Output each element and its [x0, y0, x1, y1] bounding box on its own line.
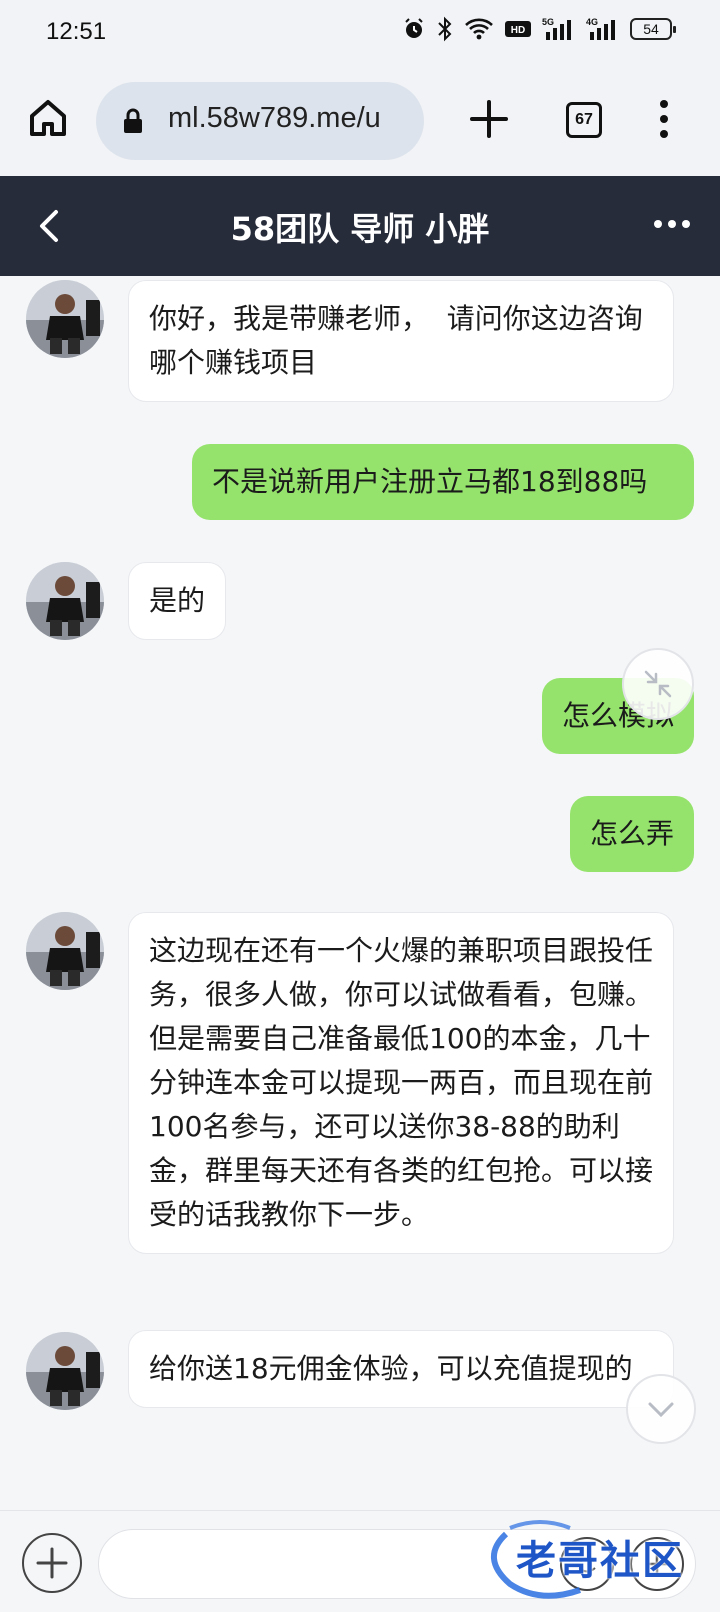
- chat-title: 58团队 导师 小胖: [230, 210, 490, 248]
- add-attachment-button[interactable]: [22, 1533, 82, 1593]
- status-icons: HD 5G 4G 54: [402, 16, 676, 42]
- tab-switcher-button[interactable]: 67: [566, 102, 602, 138]
- emoji-button[interactable]: [560, 1537, 614, 1591]
- status-bar: 12:51 HD 5G 4G 54: [0, 0, 720, 64]
- url-text: ml.58w789.me/u: [168, 102, 381, 134]
- message-bubble: 这边现在还有一个火爆的兼职项目跟投任务，很多人做，你可以试做看看，包赚。 但是需…: [128, 912, 674, 1254]
- message-bubble: 不是说新用户注册立马都18到88吗: [192, 444, 694, 520]
- home-icon[interactable]: [24, 94, 72, 142]
- message-bubble: 给你送18元佣金体验，可以充值提现的: [128, 1330, 674, 1408]
- plus-icon: [36, 1547, 68, 1579]
- svg-text:5G: 5G: [542, 17, 554, 27]
- input-bar: [0, 1510, 720, 1612]
- wifi-icon: [465, 18, 493, 40]
- avatar[interactable]: [26, 280, 104, 358]
- chevron-down-icon: [648, 1402, 674, 1418]
- new-tab-icon[interactable]: [468, 98, 510, 140]
- avatar[interactable]: [26, 912, 104, 990]
- 5g-signal-icon: 5G: [542, 17, 571, 40]
- alarm-icon: [405, 18, 423, 38]
- avatar[interactable]: [26, 562, 104, 640]
- scroll-to-bottom-button[interactable]: [626, 1374, 696, 1444]
- status-time: 12:51: [46, 18, 107, 45]
- message-bubble: 是的: [128, 562, 227, 640]
- collapse-arrows-icon: [644, 670, 672, 698]
- svg-text:HD: HD: [511, 25, 525, 36]
- more-actions-button[interactable]: [630, 1537, 684, 1591]
- message-list[interactable]: 你好，我是带赚老师， 请问你这边咨询哪个赚钱项目 不是说新用户注册立马都18到8…: [0, 276, 720, 1510]
- message-bubble: 你好，我是带赚老师， 请问你这边咨询哪个赚钱项目: [128, 280, 674, 402]
- bluetooth-icon: [438, 16, 452, 42]
- chat-header: 58团队 导师 小胖: [0, 176, 720, 276]
- lock-icon: [124, 108, 142, 133]
- hd-icon: HD: [505, 21, 531, 37]
- svg-text:4G: 4G: [586, 17, 598, 27]
- avatar[interactable]: [26, 1332, 104, 1410]
- minimize-button[interactable]: [622, 648, 694, 720]
- emoji-icon: [578, 1558, 596, 1573]
- address-bar[interactable]: ml.58w789.me/u: [96, 82, 424, 160]
- browser-menu-icon[interactable]: [650, 98, 678, 140]
- more-options-icon[interactable]: [652, 212, 692, 236]
- 4g-signal-icon: 4G: [586, 17, 615, 40]
- plus-circle-icon: [647, 1554, 667, 1574]
- message-bubble: 怎么弄: [569, 796, 694, 872]
- battery-icon: 54: [630, 18, 676, 40]
- browser-toolbar: ml.58w789.me/u 67: [0, 64, 720, 176]
